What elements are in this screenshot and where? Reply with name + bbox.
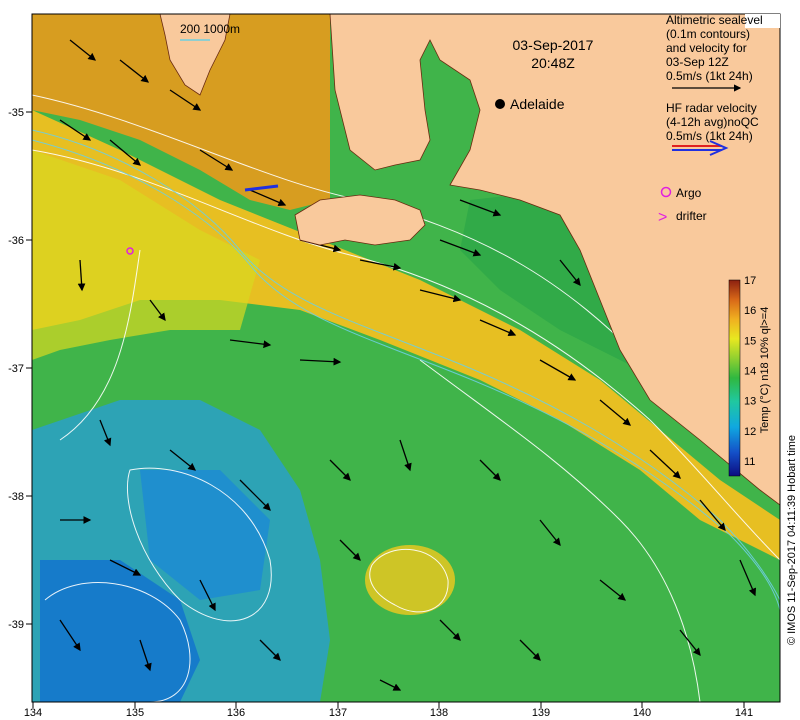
map-date: 03-Sep-2017 xyxy=(513,37,594,53)
x-tick-label: 137 xyxy=(329,707,347,719)
warm-eddy xyxy=(365,545,455,615)
argo-label: Argo xyxy=(676,186,702,200)
radar-legend-line: (4-12h avg)noQC xyxy=(666,115,759,129)
city-label: Adelaide xyxy=(510,96,565,112)
colorbar xyxy=(728,279,741,477)
x-tick-label: 136 xyxy=(227,707,245,719)
y-tick-label: -35 xyxy=(8,107,24,119)
y-tick-label: -39 xyxy=(8,619,24,631)
colorbar-tick-label: 16 xyxy=(744,305,756,317)
radar-legend-line: HF radar velocity xyxy=(666,101,757,115)
colorbar-title: Temp (°C) n18 10% ql>=4 xyxy=(759,307,771,434)
y-tick-label: -38 xyxy=(8,491,24,503)
altimetry-legend-line: and velocity for xyxy=(666,41,747,55)
y-tick-label: -36 xyxy=(8,235,24,247)
credit-text: © IMOS 11-Sep-2017 04:11:39 Hobart time xyxy=(786,435,798,645)
isobath-label: 200 1000m xyxy=(180,22,240,36)
colorbar-tick-label: 13 xyxy=(744,396,756,408)
altimetry-legend-line: (0.1m contours) xyxy=(666,27,750,41)
sst-map: 134 135 136 137 138 139 140 141 -35 -36 … xyxy=(8,13,798,719)
drifter-label: drifter xyxy=(676,209,707,223)
colorbar-tick-label: 14 xyxy=(744,365,756,377)
x-tick-label: 140 xyxy=(633,707,651,719)
map-time: 20:48Z xyxy=(531,55,575,71)
colorbar-tick-label: 12 xyxy=(744,426,756,438)
y-tick-label: -37 xyxy=(8,363,24,375)
x-axis-labels: 134 135 136 137 138 139 140 141 xyxy=(24,707,753,719)
colorbar-tick-label: 17 xyxy=(744,275,756,287)
drifter-legend-icon: > xyxy=(658,209,667,226)
radar-legend-line: 0.5m/s (1kt 24h) xyxy=(666,129,753,143)
x-tick-label: 139 xyxy=(532,707,550,719)
altimetry-legend-line: 0.5m/s (1kt 24h) xyxy=(666,69,753,83)
altimetry-legend-line: 03-Sep 12Z xyxy=(666,55,729,69)
x-tick-label: 135 xyxy=(126,707,144,719)
adelaide-marker xyxy=(495,99,505,109)
x-tick-label: 138 xyxy=(430,707,448,719)
altimetry-legend-line: Altimetric sealevel xyxy=(666,13,763,27)
x-tick-label: 134 xyxy=(24,707,42,719)
colorbar-tick-label: 11 xyxy=(744,456,755,468)
x-tick-label: 141 xyxy=(735,707,753,719)
y-axis-labels: -35 -36 -37 -38 -39 xyxy=(8,107,24,631)
colorbar-tick-label: 15 xyxy=(744,335,756,347)
